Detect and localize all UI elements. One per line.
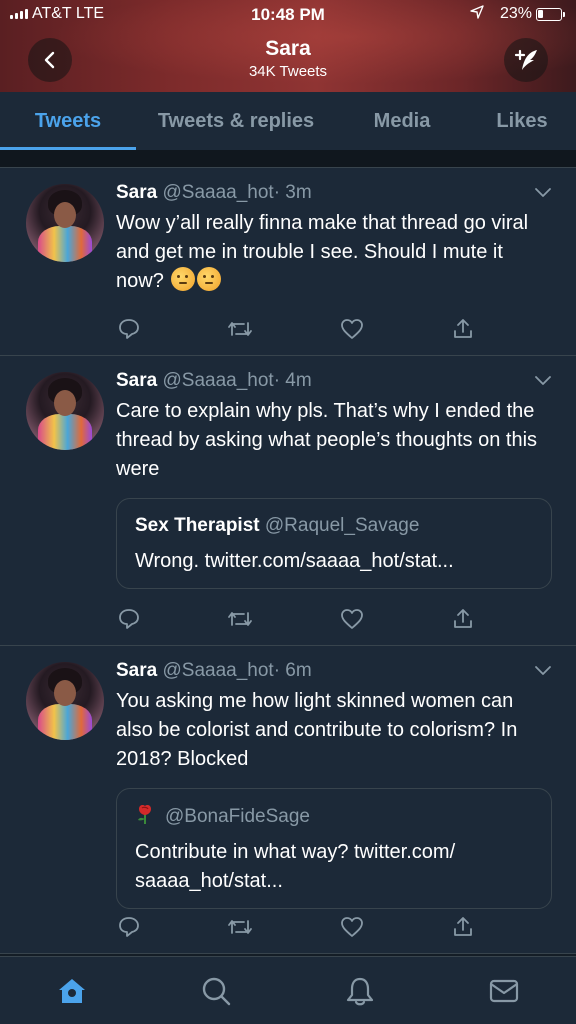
reply-icon[interactable] xyxy=(116,606,142,632)
tweet-handle[interactable]: @Saaaa_hot xyxy=(162,370,273,391)
share-icon[interactable] xyxy=(450,914,476,940)
status-time: 10:48 PM xyxy=(251,5,325,24)
divider xyxy=(0,150,576,168)
tweet-actions xyxy=(116,606,476,636)
chevron-down-icon[interactable] xyxy=(534,664,552,682)
thinking-emoji-icon xyxy=(197,267,222,291)
reply-icon[interactable] xyxy=(116,914,142,940)
battery-percent: 23% xyxy=(499,5,532,22)
tweet-actions xyxy=(116,316,476,346)
share-icon[interactable] xyxy=(450,316,476,342)
tweet-author-name[interactable]: Sara xyxy=(116,660,157,681)
heart-icon[interactable] xyxy=(339,606,365,632)
quoted-text: Contribute in what way? twitter.com/ saa… xyxy=(135,841,456,892)
profile-tabs: Tweets Tweets & replies Media Likes xyxy=(0,92,576,150)
tweet-feed: Sara @Saaaa_hot· 3m Wow y’all really fin… xyxy=(0,168,576,954)
tweet[interactable]: Sara @Saaaa_hot· 6m You asking me how li… xyxy=(0,646,576,954)
mail-icon[interactable] xyxy=(484,971,524,1011)
tweet-text-wrap: Wow y’all really finna make that thread … xyxy=(116,209,552,296)
profile-name: Sara xyxy=(265,37,311,60)
tweet-meta: Sara @Saaaa_hot· 3m xyxy=(116,180,552,206)
heart-icon[interactable] xyxy=(339,316,365,342)
search-icon[interactable] xyxy=(196,971,236,1011)
location-icon xyxy=(470,5,484,22)
quoted-tweet-meta: Sex Therapist @Raquel_Savage xyxy=(135,513,533,539)
tweet-count: 34K Tweets xyxy=(248,63,328,80)
tab-tweets[interactable]: Tweets xyxy=(0,92,136,150)
tweet-author-name[interactable]: Sara xyxy=(116,370,157,391)
tweet-text: Care to explain why pls. That’s why I en… xyxy=(116,400,538,480)
retweet-icon[interactable] xyxy=(227,914,253,940)
tweet-text: You asking me how light skinned women ca… xyxy=(116,690,518,770)
tweet[interactable]: Sara @Saaaa_hot· 3m Wow y’all really fin… xyxy=(0,168,576,356)
compose-icon xyxy=(514,49,537,70)
avatar[interactable] xyxy=(26,372,104,450)
tab-media[interactable]: Media xyxy=(336,92,468,150)
quoted-tweet[interactable]: @BonaFideSage Contribute in what way? tw… xyxy=(116,788,552,909)
compose-button[interactable] xyxy=(504,38,548,82)
tweet-handle[interactable]: @Saaaa_hot xyxy=(162,660,273,681)
chevron-down-icon[interactable] xyxy=(534,186,552,204)
tweet[interactable]: Sara @Saaaa_hot· 4m Care to explain why … xyxy=(0,356,576,646)
chevron-down-icon[interactable] xyxy=(534,374,552,392)
retweet-icon[interactable] xyxy=(227,316,253,342)
tweet-actions xyxy=(116,914,476,944)
battery-icon xyxy=(536,8,565,21)
tweet-time: · 3m xyxy=(273,182,312,203)
thinking-emoji-icon xyxy=(171,267,196,291)
avatar[interactable] xyxy=(26,662,104,740)
profile-header: AT&T LTE 10:48 PM 23% Sara 34K Tweets xyxy=(0,0,576,92)
share-icon[interactable] xyxy=(450,606,476,632)
retweet-icon[interactable] xyxy=(227,606,253,632)
tab-likes[interactable]: Likes xyxy=(468,92,576,150)
tab-tweets-replies[interactable]: Tweets & replies xyxy=(136,92,336,150)
quoted-handle: @BonaFideSage xyxy=(165,806,310,827)
tweet-meta: Sara @Saaaa_hot· 6m xyxy=(116,658,552,684)
reply-icon[interactable] xyxy=(116,316,142,342)
status-bar: AT&T LTE 10:48 PM 23% xyxy=(0,0,576,30)
tweet-time: · 4m xyxy=(273,370,312,391)
quoted-author-name: Sex Therapist xyxy=(135,515,260,536)
quoted-tweet-meta: @BonaFideSage xyxy=(135,803,533,830)
quoted-handle: @Raquel_Savage xyxy=(264,515,420,536)
quoted-tweet[interactable]: Sex Therapist @Raquel_Savage Wrong. twit… xyxy=(116,498,552,589)
avatar[interactable] xyxy=(26,184,104,262)
rose-icon xyxy=(138,805,151,824)
bell-icon[interactable] xyxy=(340,971,380,1011)
tweet-handle[interactable]: @Saaaa_hot xyxy=(162,182,273,203)
tweet-time: · 6m xyxy=(273,660,312,681)
heart-icon[interactable] xyxy=(339,914,365,940)
quoted-text: Wrong. twitter.com/saaaa_hot/stat... xyxy=(135,550,454,572)
tweet-author-name[interactable]: Sara xyxy=(116,182,157,203)
bottom-nav xyxy=(0,956,576,1024)
tweet-meta: Sara @Saaaa_hot· 4m xyxy=(116,368,552,394)
home-icon[interactable] xyxy=(52,971,92,1011)
